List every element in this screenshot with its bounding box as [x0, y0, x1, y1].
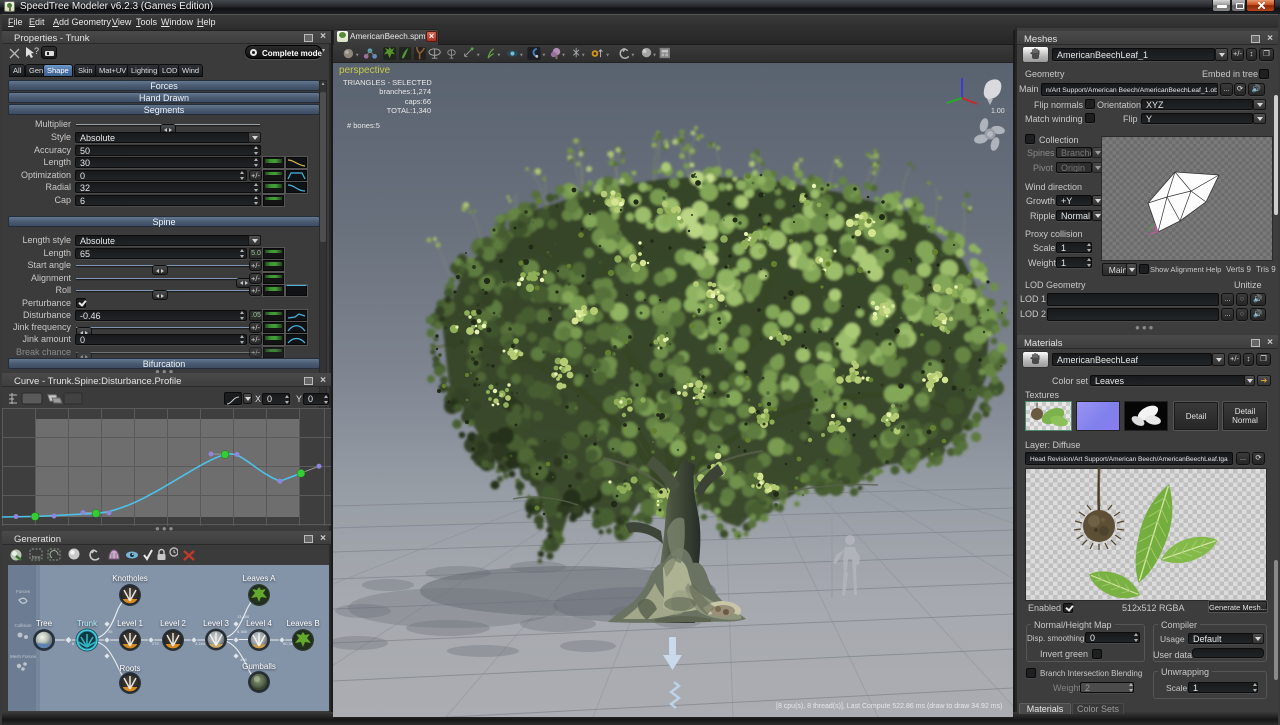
svg-text:28: 28 — [108, 629, 113, 634]
svg-text:Gumballs: Gumballs — [242, 662, 276, 671]
svg-text:?: ? — [34, 46, 39, 56]
svg-text:3,184: 3,184 — [195, 641, 206, 646]
svg-text:▾: ▾ — [562, 52, 565, 58]
svg-text:Collision: Collision — [14, 623, 32, 628]
svg-text:Knotholes: Knotholes — [112, 574, 148, 583]
svg-text:▾: ▾ — [653, 52, 656, 58]
svg-text:Leaves A: Leaves A — [243, 574, 277, 583]
svg-text:275: 275 — [152, 641, 159, 646]
svg-text:▾: ▾ — [356, 52, 359, 58]
svg-text:▾: ▾ — [606, 52, 609, 58]
svg-text:▾: ▾ — [582, 52, 585, 58]
svg-text:Leaves B: Leaves B — [286, 619, 319, 628]
svg-text:Level 2: Level 2 — [160, 619, 186, 628]
svg-text:▾: ▾ — [520, 52, 523, 58]
svg-text:▾: ▾ — [477, 52, 480, 58]
svg-text:6,366: 6,366 — [237, 629, 248, 634]
svg-text:Level 4: Level 4 — [246, 619, 272, 628]
svg-text:Level 3: Level 3 — [203, 619, 229, 628]
svg-text:6: 6 — [72, 641, 75, 646]
svg-text:Tree: Tree — [36, 619, 53, 628]
svg-text:Level 1: Level 1 — [117, 619, 143, 628]
svg-text:tree: tree — [32, 555, 41, 561]
svg-text:Forces: Forces — [16, 589, 31, 594]
svg-text:Trunk: Trunk — [77, 619, 98, 628]
svg-text:1.00: 1.00 — [991, 108, 1005, 115]
svg-text:▾: ▾ — [497, 52, 500, 58]
svg-text:Mesh Forces: Mesh Forces — [10, 654, 37, 659]
svg-text:Roots: Roots — [120, 664, 141, 673]
svg-text:▾: ▾ — [632, 52, 635, 58]
svg-text:▾: ▾ — [542, 52, 545, 58]
